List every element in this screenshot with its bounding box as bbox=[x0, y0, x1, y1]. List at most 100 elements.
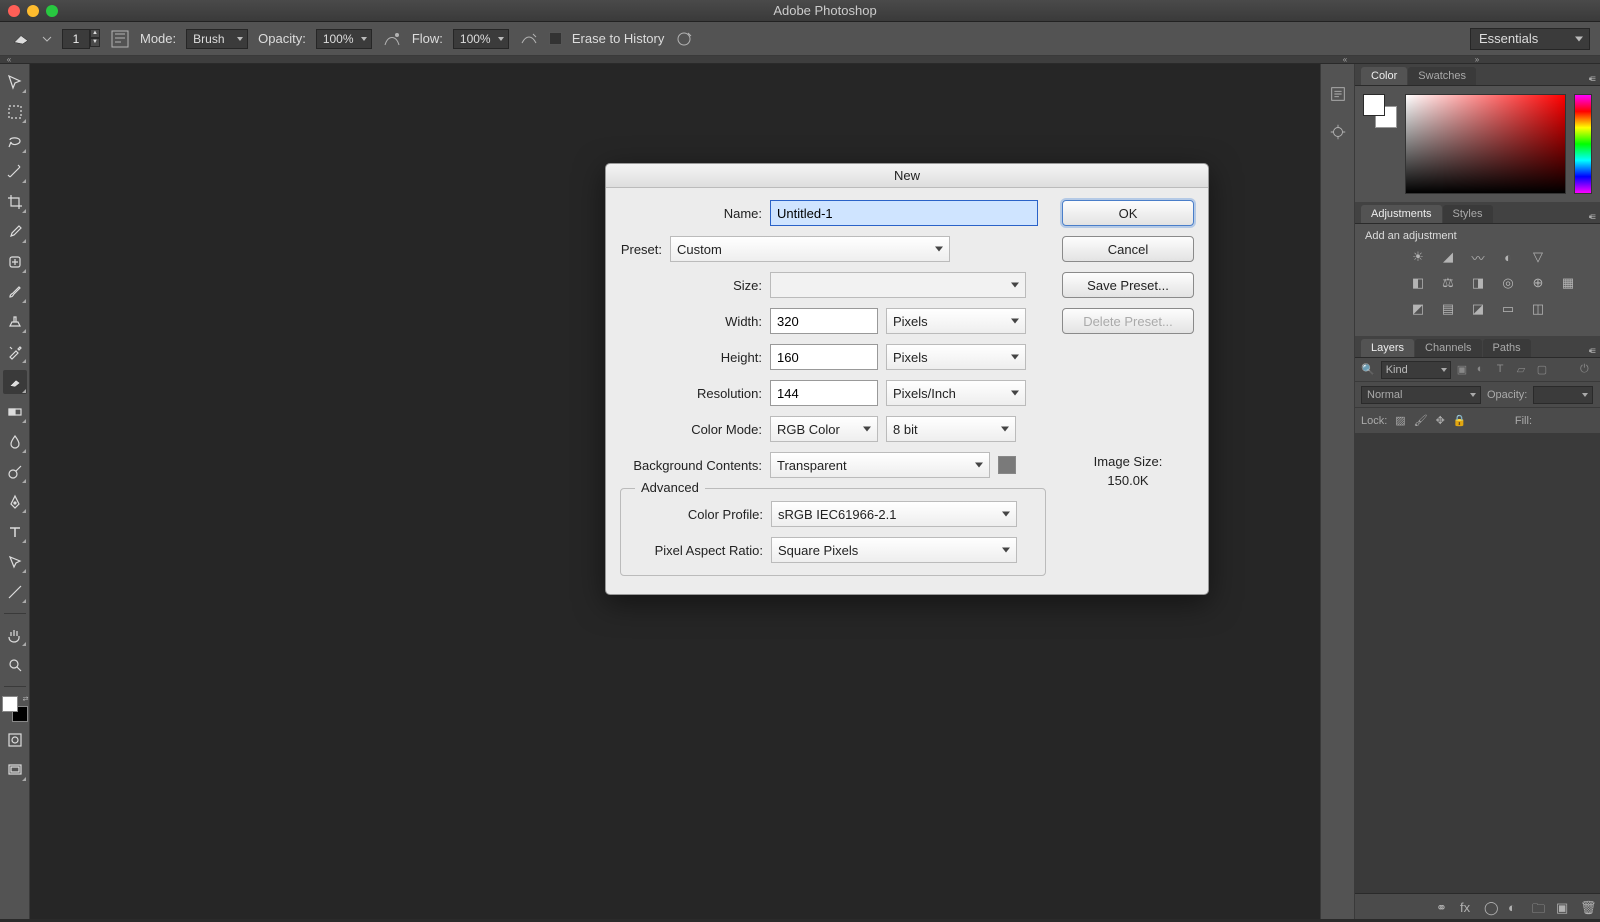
workspace-dropdown[interactable]: Essentials bbox=[1470, 28, 1590, 50]
brush-size-field[interactable]: 1 bbox=[62, 29, 90, 49]
filter-pixel-icon[interactable]: ▣ bbox=[1457, 363, 1471, 377]
adj-exposure-icon[interactable]: ◐ bbox=[1499, 248, 1517, 266]
adj-levels-icon[interactable]: ◢ bbox=[1439, 248, 1457, 266]
quick-mask-toggle[interactable] bbox=[3, 728, 27, 752]
pixel-aspect-dropdown[interactable]: Square Pixels bbox=[771, 537, 1017, 563]
brush-size-stepper[interactable]: ▲▼ bbox=[90, 29, 100, 49]
cancel-button[interactable]: Cancel bbox=[1062, 236, 1194, 262]
tablet-size-icon[interactable] bbox=[674, 29, 694, 49]
adj-hue-icon[interactable]: ◧ bbox=[1409, 274, 1427, 292]
window-minimize-button[interactable] bbox=[27, 5, 39, 17]
delete-preset-button[interactable]: Delete Preset... bbox=[1062, 308, 1194, 334]
tools-collapse-icon[interactable]: « bbox=[0, 56, 18, 63]
height-unit-dropdown[interactable]: Pixels bbox=[886, 344, 1026, 370]
link-layers-icon[interactable]: ⚭ bbox=[1436, 900, 1450, 914]
layer-list[interactable] bbox=[1355, 434, 1600, 893]
ok-button[interactable]: OK bbox=[1062, 200, 1194, 226]
filter-smart-icon[interactable]: ▢ bbox=[1537, 363, 1551, 377]
move-tool[interactable] bbox=[3, 70, 27, 94]
gradient-tool[interactable] bbox=[3, 400, 27, 424]
adj-vibrance-icon[interactable]: ▽ bbox=[1529, 248, 1547, 266]
name-input[interactable] bbox=[770, 200, 1038, 226]
layer-filter-kind-dropdown[interactable]: Kind bbox=[1381, 361, 1451, 379]
layer-fx-icon[interactable]: fx bbox=[1460, 900, 1474, 914]
blend-mode-dropdown[interactable]: Normal bbox=[1361, 386, 1481, 404]
window-close-button[interactable] bbox=[8, 5, 20, 17]
adj-photo-filter-icon[interactable]: ◎ bbox=[1499, 274, 1517, 292]
adj-brightness-icon[interactable]: ☀ bbox=[1409, 248, 1427, 266]
lock-image-icon[interactable]: 🖌 bbox=[1414, 414, 1428, 427]
hand-tool[interactable] bbox=[3, 623, 27, 647]
adj-balance-icon[interactable]: ⚖ bbox=[1439, 274, 1457, 292]
lock-transparency-icon[interactable]: ▨ bbox=[1395, 414, 1405, 427]
preset-dropdown[interactable]: Custom bbox=[670, 236, 950, 262]
layer-opacity-dropdown[interactable] bbox=[1533, 386, 1593, 404]
resolution-input[interactable] bbox=[770, 380, 878, 406]
mode-dropdown[interactable]: Brush bbox=[186, 29, 248, 49]
adj-invert-icon[interactable]: ◩ bbox=[1409, 300, 1427, 318]
brush-tool[interactable] bbox=[3, 280, 27, 304]
brush-panel-toggle-icon[interactable] bbox=[110, 29, 130, 49]
filter-shape-icon[interactable]: ▱ bbox=[1517, 363, 1531, 377]
color-field[interactable] bbox=[1405, 94, 1566, 194]
crop-tool[interactable] bbox=[3, 190, 27, 214]
properties-panel-icon[interactable] bbox=[1328, 122, 1348, 142]
lasso-tool[interactable] bbox=[3, 130, 27, 154]
adj-channel-mixer-icon[interactable]: ⊕ bbox=[1529, 274, 1547, 292]
line-tool[interactable] bbox=[3, 580, 27, 604]
filter-toggle-icon[interactable]: ⏻ bbox=[1580, 363, 1594, 377]
marquee-tool[interactable] bbox=[3, 100, 27, 124]
dodge-tool[interactable] bbox=[3, 460, 27, 484]
iconstrip-collapse-icon[interactable]: « bbox=[1336, 56, 1354, 63]
pen-tool[interactable] bbox=[3, 490, 27, 514]
lock-position-icon[interactable]: ✥ bbox=[1436, 414, 1445, 427]
layers-panel-menu-icon[interactable]: ▪≡ bbox=[1589, 346, 1594, 357]
adj-selective-icon[interactable]: ◫ bbox=[1529, 300, 1547, 318]
color-profile-dropdown[interactable]: sRGB IEC61966-2.1 bbox=[771, 501, 1017, 527]
magic-wand-tool[interactable] bbox=[3, 160, 27, 184]
bit-depth-dropdown[interactable]: 8 bit bbox=[886, 416, 1016, 442]
tool-preset-dropdown-icon[interactable] bbox=[42, 36, 52, 42]
tab-layers[interactable]: Layers bbox=[1361, 339, 1414, 357]
adj-bw-icon[interactable]: ◨ bbox=[1469, 274, 1487, 292]
filter-adjust-icon[interactable]: ◐ bbox=[1477, 363, 1491, 377]
flow-dropdown[interactable]: 100% bbox=[453, 29, 509, 49]
delete-layer-icon[interactable]: 🗑 bbox=[1580, 900, 1594, 914]
new-group-icon[interactable]: 🗀 bbox=[1532, 900, 1546, 914]
color-panel-menu-icon[interactable]: ▪≡ bbox=[1589, 74, 1594, 85]
history-brush-tool[interactable] bbox=[3, 340, 27, 364]
width-input[interactable] bbox=[770, 308, 878, 334]
eyedropper-tool[interactable] bbox=[3, 220, 27, 244]
zoom-tool[interactable] bbox=[3, 653, 27, 677]
type-tool[interactable] bbox=[3, 520, 27, 544]
width-unit-dropdown[interactable]: Pixels bbox=[886, 308, 1026, 334]
opacity-dropdown[interactable]: 100% bbox=[316, 29, 372, 49]
eraser-tool[interactable] bbox=[3, 370, 27, 394]
tab-swatches[interactable]: Swatches bbox=[1408, 67, 1476, 85]
tablet-opacity-icon[interactable] bbox=[382, 29, 402, 49]
tab-channels[interactable]: Channels bbox=[1415, 339, 1481, 357]
height-input[interactable] bbox=[770, 344, 878, 370]
window-zoom-button[interactable] bbox=[46, 5, 58, 17]
color-mode-dropdown[interactable]: RGB Color bbox=[770, 416, 878, 442]
layer-fill-dropdown[interactable] bbox=[1540, 413, 1594, 429]
eraser-tool-icon[interactable] bbox=[10, 30, 32, 48]
panels-collapse-icon[interactable]: » bbox=[1354, 56, 1600, 63]
tab-styles[interactable]: Styles bbox=[1443, 205, 1493, 223]
healing-brush-tool[interactable] bbox=[3, 250, 27, 274]
airbrush-icon[interactable] bbox=[519, 29, 539, 49]
history-panel-icon[interactable] bbox=[1328, 84, 1348, 104]
adj-gradient-map-icon[interactable]: ▭ bbox=[1499, 300, 1517, 318]
layer-mask-icon[interactable]: ◯ bbox=[1484, 900, 1498, 914]
tab-paths[interactable]: Paths bbox=[1483, 339, 1531, 357]
filter-type-icon[interactable]: T bbox=[1497, 363, 1511, 377]
adj-posterize-icon[interactable]: ▤ bbox=[1439, 300, 1457, 318]
lock-all-icon[interactable]: 🔒 bbox=[1453, 414, 1467, 427]
bg-contents-dropdown[interactable]: Transparent bbox=[770, 452, 990, 478]
clone-stamp-tool[interactable] bbox=[3, 310, 27, 334]
screen-mode-toggle[interactable] bbox=[3, 758, 27, 782]
bg-color-swatch[interactable] bbox=[998, 456, 1016, 474]
foreground-background-colors[interactable]: ⇄ bbox=[2, 696, 28, 722]
save-preset-button[interactable]: Save Preset... bbox=[1062, 272, 1194, 298]
hue-slider[interactable] bbox=[1574, 94, 1592, 194]
